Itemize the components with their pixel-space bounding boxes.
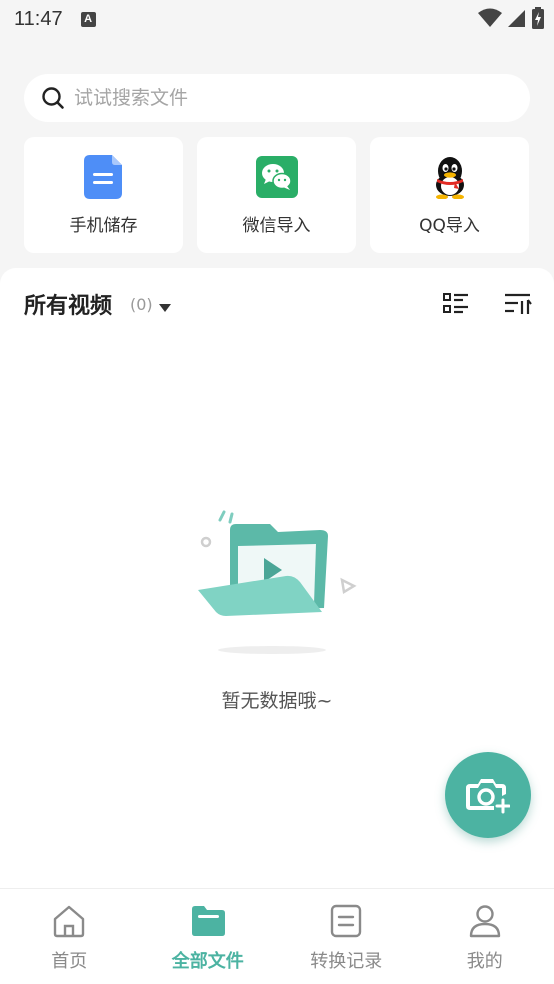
qq-import-card[interactable]: QQ导入 — [370, 137, 529, 253]
bottom-tab-bar: 首页 全部文件 转换记录 我的 — [0, 888, 554, 984]
file-document-icon — [82, 155, 126, 199]
tab-conversion-records-label: 转换记录 — [310, 951, 383, 972]
section-count: (0) — [130, 295, 153, 314]
notification-a-icon: A — [80, 11, 96, 27]
section-title[interactable]: 所有视频 — [24, 288, 112, 320]
home-icon — [51, 903, 87, 939]
signal-icon — [508, 10, 525, 27]
empty-state-text: 暂无数据哦~ — [221, 690, 333, 712]
status-icons — [478, 7, 544, 29]
tab-mine-label: 我的 — [466, 951, 503, 972]
sort-button[interactable] — [504, 292, 532, 318]
wechat-import-label: 微信导入 — [242, 216, 311, 236]
tab-home-label: 首页 — [51, 951, 88, 972]
wechat-icon — [255, 155, 299, 199]
wechat-import-card[interactable]: 微信导入 — [197, 137, 356, 253]
caret-down-icon[interactable] — [159, 298, 171, 317]
tab-conversion-records[interactable]: 转换记录 — [277, 889, 416, 984]
camera-add-button[interactable] — [445, 752, 531, 838]
status-time: 11:47 — [14, 7, 63, 30]
battery-icon — [532, 7, 544, 29]
empty-folder-illustration — [190, 506, 360, 656]
user-icon — [467, 903, 503, 939]
search-input[interactable] — [74, 87, 474, 109]
tab-all-files-label: 全部文件 — [171, 951, 244, 972]
search-icon — [40, 85, 66, 111]
phone-storage-label: 手机储存 — [69, 216, 138, 236]
phone-storage-card[interactable]: 手机储存 — [24, 137, 183, 253]
camera-plus-icon — [466, 779, 510, 814]
status-bar: 11:47 A — [0, 0, 554, 38]
qq-penguin-icon — [428, 155, 472, 199]
sort-icon — [505, 293, 532, 314]
tab-mine[interactable]: 我的 — [416, 889, 554, 984]
list-view-button[interactable] — [442, 292, 470, 318]
search-box[interactable] — [24, 74, 530, 122]
list-record-icon — [328, 903, 364, 939]
qq-import-label: QQ导入 — [419, 216, 480, 236]
tab-all-files[interactable]: 全部文件 — [139, 889, 278, 984]
list-view-icon — [443, 293, 468, 314]
tab-home[interactable]: 首页 — [0, 889, 139, 984]
folder-icon — [190, 903, 226, 939]
wifi-icon — [478, 8, 502, 27]
